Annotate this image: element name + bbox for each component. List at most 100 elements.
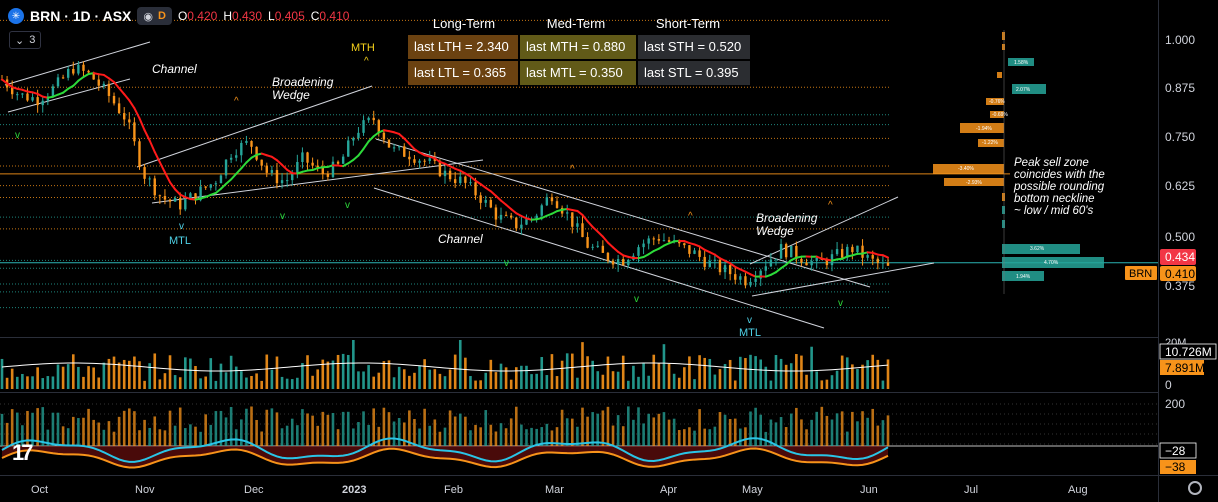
time-label-feb: Feb bbox=[444, 484, 463, 496]
candle-body bbox=[652, 238, 655, 240]
volume-profile-bar bbox=[1002, 44, 1005, 50]
volume-bar bbox=[469, 376, 472, 389]
indicator-layers-toggle[interactable]: ⌄ 3 bbox=[9, 31, 42, 49]
candle-body bbox=[667, 240, 671, 242]
oscillator-bar bbox=[168, 410, 172, 446]
volume-bar bbox=[509, 379, 513, 389]
summary-row-highs: last LTH = 2.340 last MTH = 0.880 last S… bbox=[408, 35, 752, 60]
candle-body bbox=[306, 152, 309, 163]
candle-body bbox=[657, 239, 661, 241]
pivot-marker: ^ bbox=[828, 200, 833, 211]
volume-bar bbox=[10, 368, 14, 389]
candle-body bbox=[464, 176, 467, 183]
volume-bar bbox=[876, 359, 880, 389]
open-value: 0.420 bbox=[187, 9, 218, 23]
candle-body bbox=[77, 64, 80, 74]
candle-body bbox=[347, 140, 350, 157]
oscillator-bar bbox=[92, 419, 95, 446]
volume-bar bbox=[71, 354, 75, 389]
candle-body bbox=[815, 257, 818, 262]
wedge-1-upper-line[interactable] bbox=[136, 85, 373, 168]
oscillator-bar bbox=[570, 418, 574, 446]
oscillator-bar bbox=[321, 411, 325, 446]
volume-bar bbox=[474, 380, 477, 389]
volume-bar bbox=[570, 353, 574, 389]
volume-bar bbox=[0, 358, 4, 389]
oscillator-bar bbox=[397, 418, 401, 446]
oscillator-bar bbox=[41, 407, 45, 446]
tradingview-logo-icon[interactable]: 17 bbox=[12, 440, 34, 466]
oscillator-bar bbox=[484, 410, 488, 446]
time-label-aug: Aug bbox=[1068, 484, 1088, 496]
oscillator-bar bbox=[224, 417, 228, 446]
volume-bar bbox=[744, 358, 747, 389]
volume-bar bbox=[520, 365, 523, 389]
volume-bar bbox=[494, 372, 498, 389]
ma-segment bbox=[591, 225, 599, 233]
volume-bar bbox=[627, 380, 630, 389]
settings-gear-icon[interactable] bbox=[1188, 481, 1202, 495]
pivot-marker: v bbox=[838, 298, 843, 309]
candlesticks[interactable] bbox=[0, 60, 890, 289]
oscillator-bar bbox=[66, 428, 70, 446]
oscillator-bar bbox=[275, 412, 279, 446]
oscillator-bar bbox=[698, 409, 701, 446]
symbol-title[interactable]: BRN · 1D · ASX bbox=[30, 8, 131, 24]
annotation-mtl-2: MTL bbox=[739, 327, 761, 339]
time-axis[interactable]: Oct Nov Dec 2023 Feb Mar Apr May Jun Jul… bbox=[31, 484, 1088, 496]
candle-body bbox=[209, 184, 212, 188]
oscillator-bar bbox=[372, 408, 376, 446]
candle-body bbox=[265, 165, 268, 173]
time-label-mar: Mar bbox=[545, 484, 564, 496]
candle-body bbox=[291, 173, 294, 181]
channel-2-lower-line[interactable] bbox=[373, 187, 825, 329]
volume-bar bbox=[448, 369, 452, 389]
volume-bar bbox=[800, 355, 803, 389]
oscillator-bar bbox=[876, 425, 880, 446]
oscillator-bar bbox=[789, 413, 793, 446]
candle-body bbox=[453, 179, 457, 184]
candle-body bbox=[749, 281, 752, 286]
oscillator-bar bbox=[499, 423, 503, 446]
annotation-note-line: possible rounding bbox=[1013, 181, 1105, 193]
candle-body bbox=[611, 260, 615, 265]
ma-segment bbox=[235, 167, 243, 175]
oscillator-bar bbox=[296, 425, 299, 446]
visibility-toggle-button[interactable]: ◉ D bbox=[137, 7, 172, 25]
volume-profile-label: -3.40% bbox=[958, 166, 974, 172]
pivot-marker: ^ bbox=[234, 96, 239, 107]
candle-body bbox=[387, 139, 391, 148]
oscillator-bar bbox=[51, 412, 55, 446]
oscillator-bar bbox=[408, 410, 411, 446]
volume-bar bbox=[87, 366, 90, 389]
candle-body bbox=[443, 170, 447, 177]
candle-body bbox=[728, 265, 732, 275]
ma-segment bbox=[357, 147, 365, 157]
oscillator-bar bbox=[0, 413, 4, 446]
oscillator-bar bbox=[413, 418, 416, 446]
volume-bar bbox=[199, 378, 202, 389]
volume-bar bbox=[489, 359, 493, 389]
volume-bar bbox=[397, 366, 401, 389]
volume-bar bbox=[779, 358, 783, 389]
oscillator-bar bbox=[331, 413, 335, 446]
candle-body bbox=[341, 156, 345, 164]
volume-bar bbox=[158, 379, 162, 389]
pivot-marker: v bbox=[179, 221, 184, 232]
oscillator-bar bbox=[474, 424, 477, 446]
volume-bar bbox=[789, 363, 793, 389]
candle-body bbox=[637, 247, 640, 256]
candle-body bbox=[861, 245, 864, 258]
ma-segment bbox=[469, 175, 477, 182]
oscillator-bar bbox=[138, 430, 141, 446]
candle-body bbox=[82, 64, 85, 71]
oscillator-bar bbox=[189, 424, 192, 446]
oscillator-bar bbox=[662, 412, 666, 446]
volume-bar bbox=[234, 366, 238, 389]
open-label: O bbox=[177, 9, 188, 23]
pivot-marker: v bbox=[634, 294, 639, 305]
layers-count: 3 bbox=[29, 34, 36, 46]
oscillator-bar bbox=[825, 415, 829, 446]
ma-segment bbox=[118, 87, 126, 96]
oscillator-bar bbox=[301, 409, 304, 446]
